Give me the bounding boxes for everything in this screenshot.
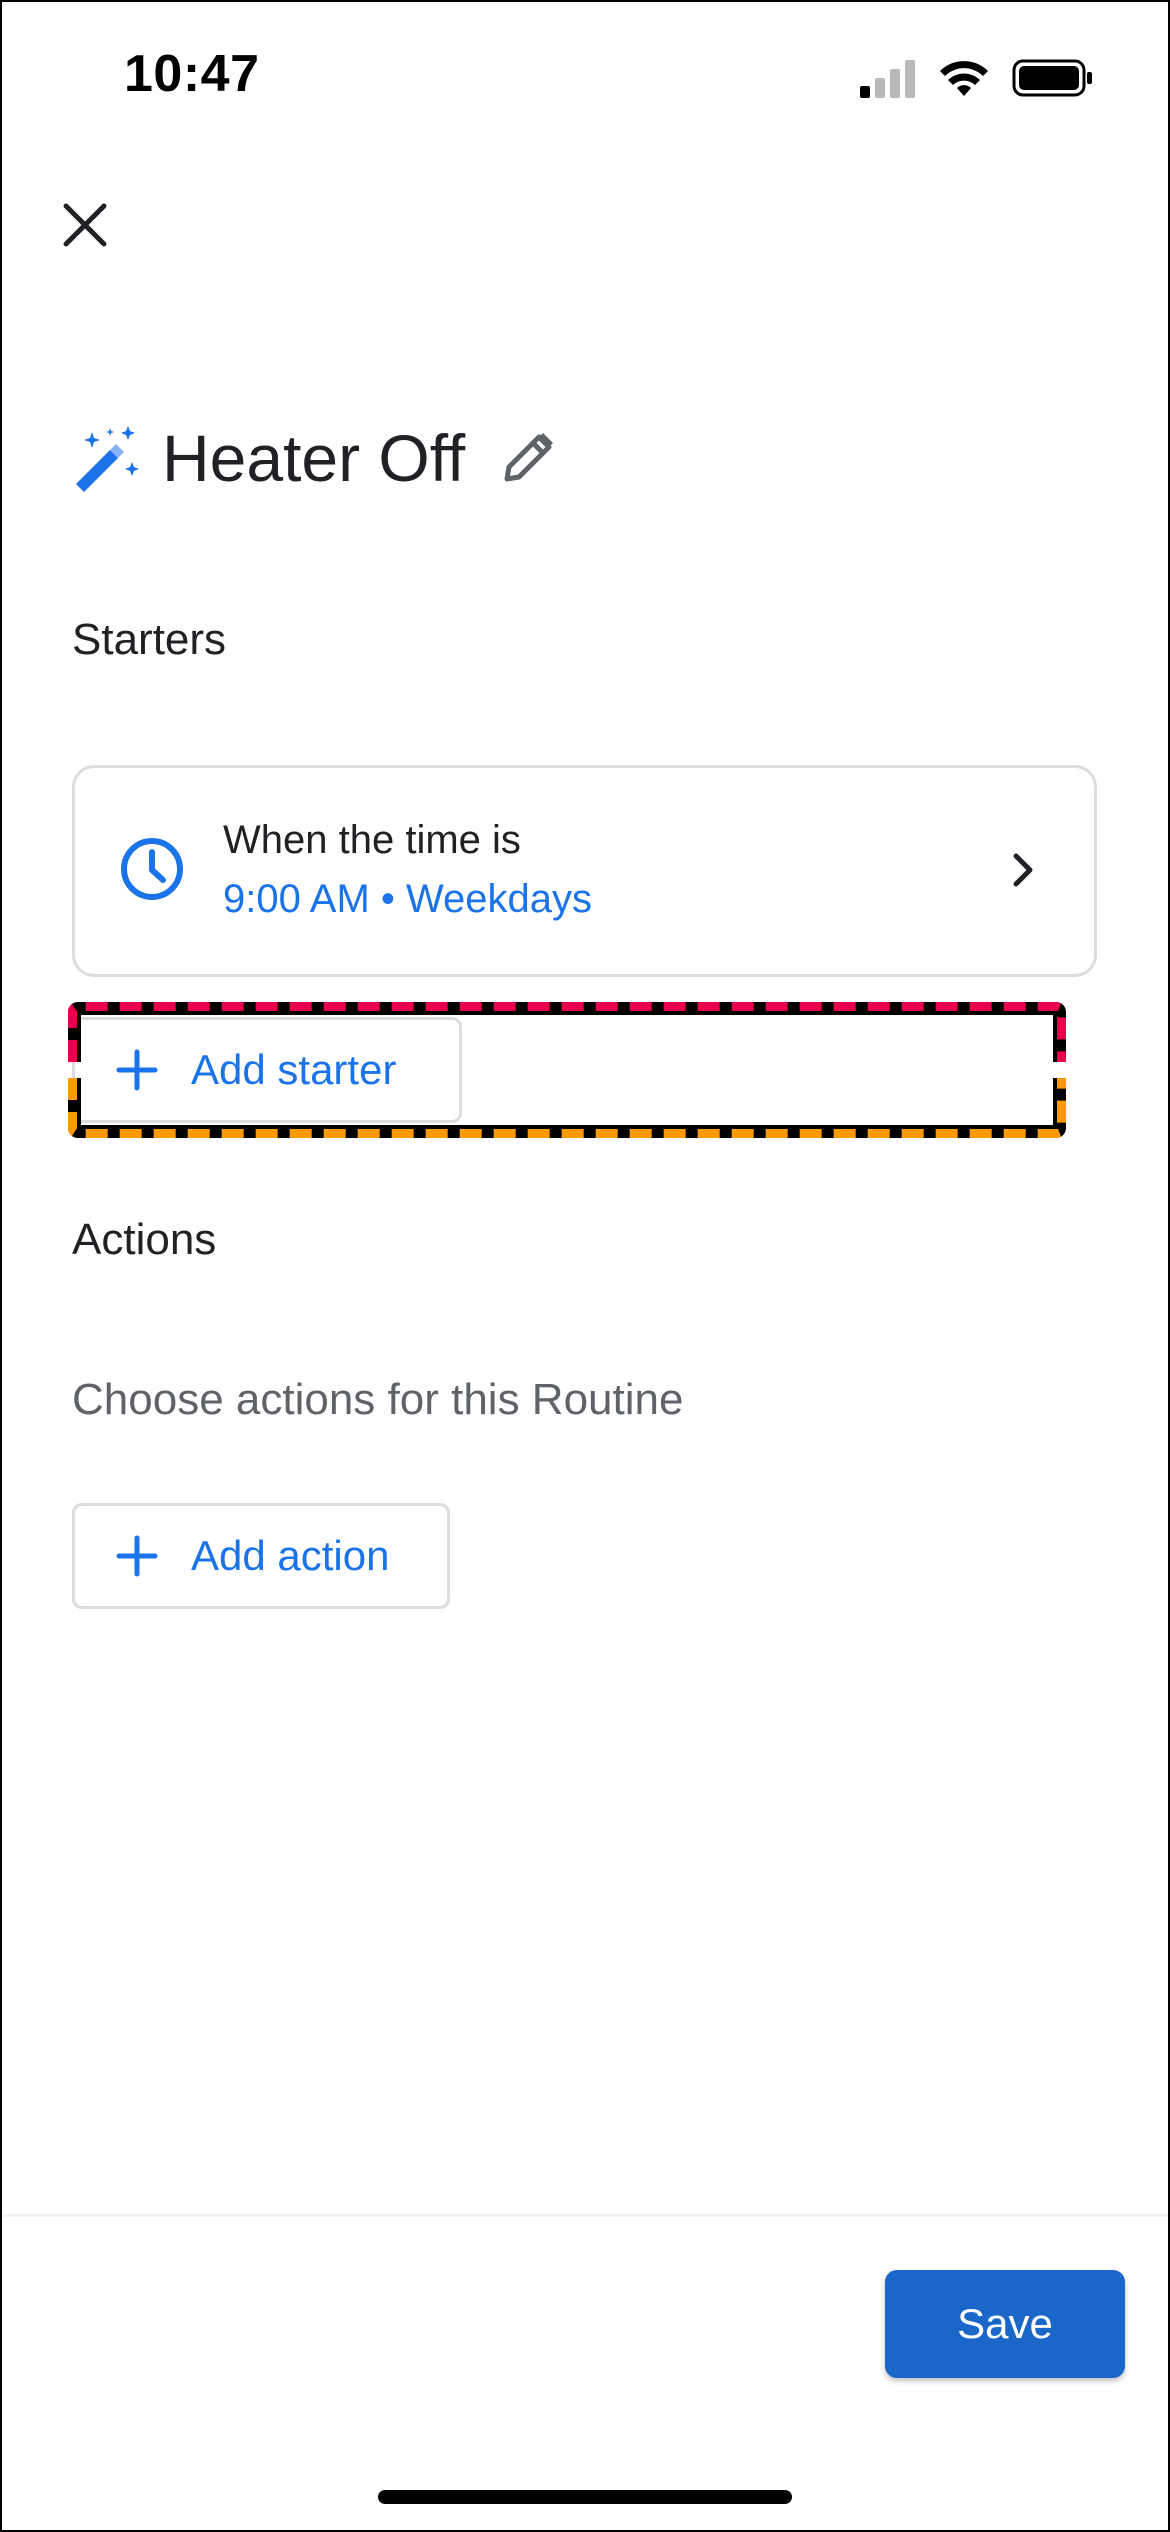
add-action-label: Add action: [191, 1532, 390, 1579]
footer-divider: [0, 2214, 1170, 2217]
pencil-icon[interactable]: [497, 427, 559, 489]
close-icon: [63, 203, 107, 247]
save-button[interactable]: Save: [885, 2270, 1125, 2378]
plus-icon: [116, 1049, 158, 1091]
clock-icon: [121, 838, 183, 900]
screen-frame: [0, 0, 1170, 2532]
starter-texts: When the time is 9:00 AM • Weekdays: [223, 818, 592, 922]
starters-label: Starters: [72, 615, 227, 664]
status-time: 10:47: [124, 45, 260, 103]
magic-wand-icon: [76, 426, 139, 492]
plus-icon: [116, 1535, 158, 1577]
home-indicator[interactable]: [378, 2490, 792, 2504]
chevron-right-icon: [1013, 853, 1033, 887]
cellular-signal-icon: [860, 60, 915, 98]
actions-helper-text: Choose actions for this Routine: [72, 1375, 684, 1424]
add-action-button[interactable]: Add action: [72, 1503, 450, 1609]
routine-title-row: Heater Off: [70, 420, 559, 496]
actions-label: Actions: [72, 1215, 217, 1264]
add-starter-button[interactable]: Add starter: [72, 1017, 462, 1123]
add-starter-label: Add starter: [191, 1046, 397, 1093]
close-button[interactable]: [50, 190, 120, 260]
routine-title: Heater Off: [162, 421, 466, 495]
starter-card-time[interactable]: When the time is 9:00 AM • Weekdays: [72, 765, 1097, 977]
wifi-icon: [940, 61, 988, 96]
starter-schedule: 9:00 AM • Weekdays: [223, 877, 593, 921]
starter-title: When the time is: [223, 818, 521, 862]
battery-icon: [1012, 59, 1092, 97]
status-icons: [860, 58, 1094, 98]
